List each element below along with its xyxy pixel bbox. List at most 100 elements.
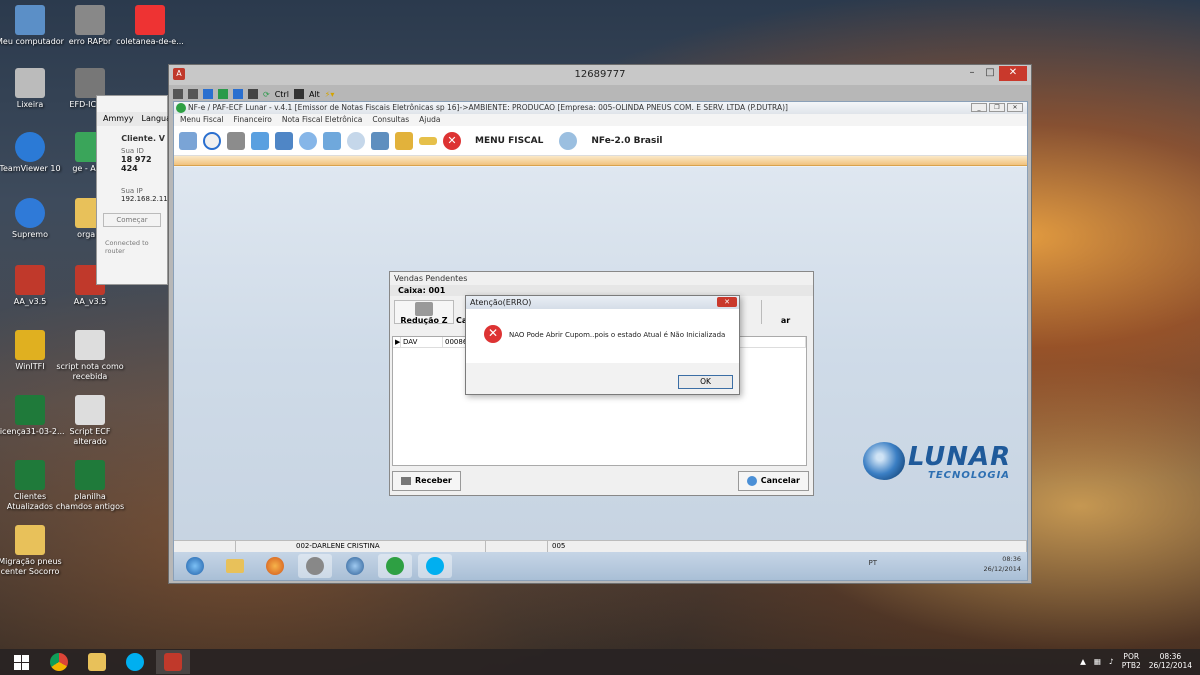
close-button[interactable]: ✕ bbox=[999, 66, 1027, 81]
remote-clock[interactable]: 08:36 26/12/2014 bbox=[984, 554, 1021, 574]
remote-tool-icon[interactable] bbox=[173, 89, 183, 99]
receber-button[interactable]: Receber bbox=[392, 471, 461, 491]
ammyy-icon bbox=[15, 265, 45, 295]
dialog-close-button[interactable]: ✕ bbox=[717, 297, 737, 307]
remote-tool-icon[interactable] bbox=[188, 89, 198, 99]
skype-icon[interactable] bbox=[118, 650, 152, 674]
mail-icon[interactable] bbox=[251, 131, 269, 150]
file-explorer-icon[interactable] bbox=[80, 650, 114, 674]
host-clock[interactable]: 08:36 26/12/2014 bbox=[1149, 652, 1192, 670]
menu-ajuda[interactable]: Ajuda bbox=[419, 114, 440, 126]
dialog-title: Atenção(ERRO) bbox=[470, 298, 532, 307]
volume-icon[interactable]: ♪ bbox=[1109, 657, 1114, 666]
remote-titlebar[interactable]: A 12689777 – □ ✕ bbox=[169, 65, 1031, 85]
media-player-icon[interactable] bbox=[378, 554, 412, 578]
tray-arrow-icon[interactable]: ▲ bbox=[1080, 657, 1086, 666]
remote-window: A 12689777 – □ ✕ ⟳ Ctrl Alt ⚡▾ NF-e / PA… bbox=[168, 64, 1032, 584]
lunar-logo-sub: TECNOLOGIA bbox=[928, 470, 1011, 481]
printer-icon bbox=[401, 476, 411, 485]
desktop-icon[interactable]: Migração pneus center Socorro bbox=[0, 525, 65, 577]
maximize-button[interactable]: □ bbox=[981, 66, 999, 81]
chrome-icon[interactable] bbox=[42, 650, 76, 674]
firefox-icon[interactable] bbox=[258, 554, 292, 578]
desktop-icon[interactable]: planilha chamdos antigos bbox=[55, 460, 125, 512]
minimize-button[interactable]: – bbox=[963, 66, 981, 81]
printer-icon[interactable] bbox=[227, 131, 245, 150]
ammyy-taskbar-icon[interactable] bbox=[156, 650, 190, 674]
row-type: DAV bbox=[401, 337, 443, 347]
desktop-icon-label: planilha chamdos antigos bbox=[55, 492, 125, 511]
desktop-icon[interactable]: Script ECF alterado bbox=[55, 395, 125, 447]
menu-nfe[interactable]: Nota Fiscal Eletrônica bbox=[282, 114, 363, 126]
remote-tool-icon[interactable] bbox=[203, 89, 213, 99]
menu-financeiro[interactable]: Financeiro bbox=[234, 114, 272, 126]
excel-icon bbox=[15, 460, 45, 490]
lightning-icon[interactable]: ⚡▾ bbox=[325, 90, 335, 99]
remote-tool-icon[interactable] bbox=[248, 89, 258, 99]
remote-tool-icon[interactable] bbox=[233, 89, 243, 99]
language-bottom: PTB2 bbox=[1121, 661, 1141, 670]
remote-tool-icon[interactable] bbox=[218, 89, 228, 99]
document-icon bbox=[75, 395, 105, 425]
excel-icon bbox=[75, 460, 105, 490]
folder-icon bbox=[15, 525, 45, 555]
start-orb-icon[interactable] bbox=[178, 554, 212, 578]
coins-icon[interactable] bbox=[395, 131, 413, 150]
nfe-version-label: NFe-2.0 Brasil bbox=[591, 135, 663, 146]
desktop-icon-label: AA_v3.5 bbox=[73, 297, 107, 306]
cart-icon[interactable] bbox=[371, 131, 389, 150]
error-dialog: Atenção(ERRO) ✕ ✕ NAO Pode Abrir Cupom..… bbox=[465, 295, 740, 395]
remote-date: 26/12/2014 bbox=[983, 565, 1021, 573]
desktop-icon[interactable]: script nota como recebida bbox=[55, 330, 125, 382]
skype-icon[interactable] bbox=[418, 554, 452, 578]
explorer-icon[interactable] bbox=[218, 554, 252, 578]
cancelar-button[interactable]: Cancelar bbox=[737, 471, 809, 491]
ammyy-ip-value: 192.168.2.119 bbox=[121, 195, 173, 203]
app-restore-button[interactable]: ❐ bbox=[989, 103, 1005, 112]
app-close-button[interactable]: ✕ bbox=[1007, 103, 1023, 112]
app-statusbar: 002-DARLENE CRISTINA 005 bbox=[174, 540, 1027, 552]
dialog-titlebar[interactable]: Atenção(ERRO) ✕ bbox=[466, 296, 739, 309]
desktop-icon[interactable]: coletanea-de-e... bbox=[115, 5, 185, 47]
menu-consultas[interactable]: Consultas bbox=[372, 114, 409, 126]
menu-fiscal[interactable]: Menu Fiscal bbox=[180, 114, 224, 126]
clock-icon[interactable] bbox=[347, 131, 365, 150]
desktop-icon-label: Migração pneus center Socorro bbox=[0, 557, 62, 576]
ammyy-start-button[interactable]: Começar bbox=[103, 213, 161, 227]
thunderbird-icon[interactable] bbox=[338, 554, 372, 578]
network-icon[interactable]: ▦ bbox=[1094, 657, 1101, 666]
ctrl-button[interactable]: Ctrl bbox=[275, 90, 289, 99]
app-minimize-button[interactable]: _ bbox=[971, 103, 987, 112]
keyboard-icon[interactable] bbox=[293, 89, 304, 99]
key-icon[interactable] bbox=[419, 136, 437, 145]
globe-icon[interactable] bbox=[299, 131, 317, 150]
remote-title: 12689777 bbox=[574, 69, 626, 80]
ammyy-menu-ammyy[interactable]: Ammyy bbox=[103, 112, 134, 126]
lunar-app: NF-e / PAF-ECF Lunar - v.4.1 [Emissor de… bbox=[173, 101, 1028, 581]
remote-language[interactable]: PT bbox=[869, 559, 878, 567]
search-icon[interactable] bbox=[203, 131, 221, 150]
book-icon[interactable] bbox=[275, 131, 293, 150]
ok-button[interactable]: OK bbox=[678, 375, 733, 389]
exit-icon[interactable]: ✕ bbox=[443, 131, 461, 150]
dialog-message: NAO Pode Abrir Cupom..pois o estado Atua… bbox=[509, 331, 726, 339]
excel-icon bbox=[15, 395, 45, 425]
supremo-icon bbox=[15, 198, 45, 228]
menu-fiscal-label[interactable]: MENU FISCAL bbox=[475, 136, 543, 146]
ammyy-task-icon[interactable] bbox=[298, 554, 332, 578]
vendas-title: Vendas Pendentes bbox=[394, 274, 468, 283]
windows-start-icon[interactable] bbox=[4, 650, 38, 674]
receber-label: Receber bbox=[415, 476, 452, 485]
efd-icon bbox=[75, 68, 105, 98]
computer-icon bbox=[15, 5, 45, 35]
nfe-icon[interactable] bbox=[559, 131, 578, 150]
edit-icon[interactable] bbox=[179, 131, 197, 150]
desktop-icon-label: script nota como recebida bbox=[56, 362, 124, 381]
reducao-z-button[interactable]: Redução Z bbox=[394, 300, 454, 325]
alt-button[interactable]: Alt bbox=[309, 90, 320, 99]
recycle-bin-icon bbox=[15, 68, 45, 98]
refresh-icon[interactable]: ⟳ bbox=[263, 90, 270, 99]
language-indicator[interactable]: POR PTB2 bbox=[1122, 652, 1141, 670]
operator-status: 002-DARLENE CRISTINA bbox=[236, 541, 486, 552]
basket-icon[interactable] bbox=[323, 131, 341, 150]
